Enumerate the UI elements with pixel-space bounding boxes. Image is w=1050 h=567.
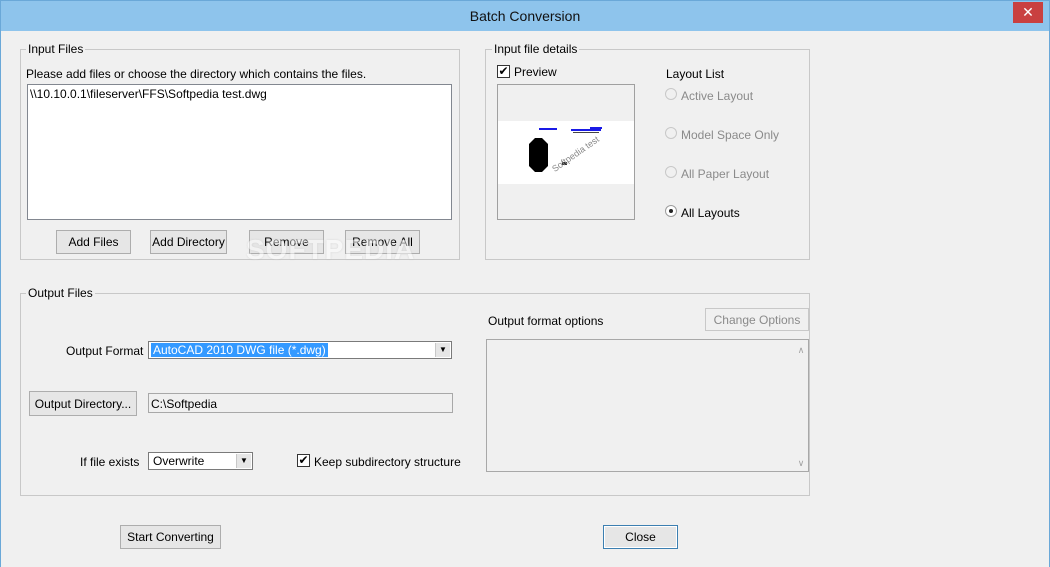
keep-subdirectory-checkbox[interactable]: ✔ bbox=[297, 453, 310, 467]
all-layouts-label: All Layouts bbox=[681, 206, 740, 220]
output-format-options-label: Output format options bbox=[488, 314, 604, 328]
if-file-exists-value: Overwrite bbox=[153, 454, 205, 468]
input-file-details-legend: Input file details bbox=[492, 42, 580, 56]
input-file-details-group: Input file details ✔ Preview Softpedia t… bbox=[485, 42, 810, 260]
output-format-value: AutoCAD 2010 DWG file (*.dwg) bbox=[151, 343, 328, 357]
window-title: Batch Conversion bbox=[469, 8, 581, 24]
input-files-group: Input Files Please add files or choose t… bbox=[20, 42, 460, 260]
keep-subdirectory-label: Keep subdirectory structure bbox=[314, 455, 461, 469]
preview-box: Softpedia test bbox=[497, 84, 635, 220]
checkmark-icon: ✔ bbox=[498, 64, 509, 78]
add-files-button[interactable]: Add Files bbox=[56, 230, 131, 254]
output-format-dropdown[interactable]: AutoCAD 2010 DWG file (*.dwg) ▼ bbox=[148, 341, 452, 359]
list-item[interactable]: \\10.10.0.1\fileserver\FFS\Softpedia tes… bbox=[30, 87, 267, 101]
change-options-button[interactable]: Change Options bbox=[705, 308, 809, 331]
add-directory-button[interactable]: Add Directory bbox=[150, 230, 227, 254]
radio-selected-dot bbox=[669, 209, 673, 213]
output-format-label: Output Format bbox=[66, 344, 144, 358]
all-layouts-radio[interactable] bbox=[665, 205, 677, 217]
output-directory-value: C:\Softpedia bbox=[151, 397, 218, 411]
drawing-preview-icon bbox=[529, 127, 602, 172]
if-file-exists-dropdown[interactable]: Overwrite ▼ bbox=[148, 452, 253, 470]
if-file-exists-label: If file exists bbox=[80, 455, 140, 469]
batch-conversion-window: Batch Conversion ✕ Input Files Please ad… bbox=[0, 0, 1050, 567]
start-converting-button[interactable]: Start Converting bbox=[120, 525, 221, 549]
output-directory-button[interactable]: Output Directory... bbox=[29, 391, 137, 416]
all-paper-layout-radio[interactable] bbox=[665, 166, 677, 178]
active-layout-label: Active Layout bbox=[681, 89, 754, 103]
output-files-group: Output Files Output Format AutoCAD 2010 … bbox=[20, 286, 810, 496]
preview-label: Preview bbox=[514, 65, 557, 79]
model-space-label: Model Space Only bbox=[681, 128, 780, 142]
title-bar: Batch Conversion ✕ bbox=[1, 1, 1049, 31]
dialog-client: Input Files Please add files or choose t… bbox=[1, 31, 1049, 567]
output-directory-field[interactable]: C:\Softpedia bbox=[148, 393, 453, 413]
layout-list-label: Layout List bbox=[666, 67, 725, 81]
chevron-down-icon[interactable]: ▼ bbox=[435, 343, 450, 357]
close-button[interactable]: Close bbox=[603, 525, 678, 549]
all-paper-layout-label: All Paper Layout bbox=[681, 167, 770, 181]
model-space-radio[interactable] bbox=[665, 127, 677, 139]
preview-image: Softpedia test bbox=[498, 121, 634, 184]
scroll-up-icon[interactable]: ∧ bbox=[796, 345, 806, 355]
active-layout-radio[interactable] bbox=[665, 88, 677, 100]
preview-checkbox[interactable]: ✔ bbox=[497, 64, 510, 78]
input-files-legend: Input Files bbox=[26, 42, 86, 56]
output-format-options-panel: ∧ ∨ bbox=[486, 339, 809, 472]
checkmark-icon: ✔ bbox=[298, 453, 309, 467]
output-files-legend: Output Files bbox=[26, 286, 95, 300]
input-files-instructions: Please add files or choose the directory… bbox=[26, 67, 367, 81]
input-files-list[interactable]: \\10.10.0.1\fileserver\FFS\Softpedia tes… bbox=[27, 84, 452, 220]
chevron-down-icon[interactable]: ▼ bbox=[236, 454, 251, 468]
softpedia-watermark: SOFTPEDIA bbox=[246, 234, 416, 265]
scroll-down-icon[interactable]: ∨ bbox=[796, 458, 806, 468]
window-close-icon[interactable]: ✕ bbox=[1013, 2, 1043, 23]
